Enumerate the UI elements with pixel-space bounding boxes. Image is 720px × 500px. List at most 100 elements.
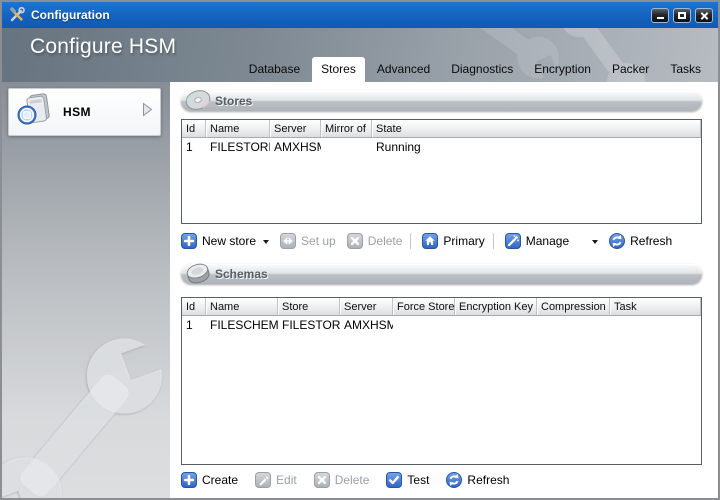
table-row[interactable]: 1 FILESCHEMA FILESTORE AMXHSM bbox=[182, 316, 701, 333]
tab-diagnostics[interactable]: Diagnostics bbox=[442, 57, 522, 82]
home-icon bbox=[422, 233, 439, 249]
close-button[interactable] bbox=[695, 8, 713, 23]
column-header-server[interactable]: Server bbox=[270, 120, 321, 137]
column-header-task[interactable]: Task bbox=[610, 298, 701, 315]
minimize-button[interactable] bbox=[651, 8, 669, 23]
refresh-button[interactable]: Refresh bbox=[609, 233, 672, 249]
tab-bar: Database Stores Advanced Diagnostics Encrypt… bbox=[237, 57, 710, 82]
disk-stack-icon bbox=[184, 260, 212, 291]
tab-encryption[interactable]: Encryption bbox=[525, 57, 600, 82]
stores-table-header: Id Name Server Mirror of State bbox=[182, 120, 701, 138]
button-label: Set up bbox=[301, 234, 336, 248]
table-cell: AMXHSM bbox=[274, 140, 321, 154]
button-label: Create bbox=[202, 473, 239, 487]
table-cell: FILESCHEMA bbox=[210, 318, 278, 332]
column-header-id[interactable]: Id bbox=[182, 120, 206, 137]
plus-icon bbox=[181, 233, 197, 249]
button-label: Refresh bbox=[630, 234, 673, 248]
stores-section-header: Stores bbox=[181, 90, 702, 111]
button-label: Delete bbox=[334, 473, 370, 487]
stores-table-body: 1 FILESTORE AMXHSM Running bbox=[182, 138, 701, 155]
column-header-store[interactable]: Store bbox=[278, 298, 340, 315]
column-header-id[interactable]: Id bbox=[182, 298, 206, 315]
table-cell bbox=[537, 316, 610, 333]
stores-table: Id Name Server Mirror of State 1 FILESTORE AMX… bbox=[181, 119, 702, 224]
wand-icon bbox=[504, 233, 521, 249]
table-cell: Running bbox=[376, 140, 421, 154]
tab-packer[interactable]: Packer bbox=[603, 57, 658, 82]
stores-toolbar: New store Set up Delete Primary Manage Refres… bbox=[181, 230, 683, 252]
sidebar-item-hsm[interactable]: HSM bbox=[8, 88, 161, 136]
check-icon bbox=[386, 472, 403, 488]
button-label: New store bbox=[202, 234, 257, 248]
delete-button[interactable]: Delete bbox=[346, 233, 403, 249]
toolbar-separator bbox=[410, 233, 412, 249]
table-cell: AMXHSM bbox=[344, 318, 393, 332]
schemas-table: Id Name Store Server Force Store Encryption K… bbox=[181, 297, 702, 465]
refresh-button[interactable]: Refresh bbox=[446, 472, 509, 488]
column-header-server[interactable]: Server bbox=[340, 298, 393, 315]
button-label: Edit bbox=[276, 473, 297, 487]
new-store-button[interactable]: New store bbox=[181, 233, 256, 249]
window-controls bbox=[647, 8, 713, 23]
disc-icon bbox=[184, 87, 212, 118]
schemas-section-header: Schemas bbox=[181, 263, 702, 284]
toolbar-separator bbox=[492, 233, 494, 249]
header-band: Configure HSM Database Stores Advanced Diag… bbox=[2, 28, 718, 82]
table-row[interactable]: 1 FILESTORE AMXHSM Running bbox=[182, 138, 701, 155]
column-header-mirror-of[interactable]: Mirror of bbox=[321, 120, 372, 137]
edit-button[interactable]: Edit bbox=[255, 472, 297, 488]
schemas-toolbar: Create Edit Delete Test Refresh bbox=[181, 469, 526, 491]
section-title: Stores bbox=[215, 94, 253, 108]
title-bar[interactable]: Configuration bbox=[2, 2, 718, 28]
dropdown-caret[interactable] bbox=[592, 240, 599, 244]
column-header-name[interactable]: Name bbox=[206, 120, 270, 137]
maximize-button[interactable] bbox=[673, 8, 691, 23]
content-panel: Stores Id Name Server Mirror of State 1 FILES… bbox=[170, 82, 718, 498]
table-cell bbox=[455, 316, 537, 333]
manage-button[interactable]: Manage bbox=[504, 233, 570, 249]
main-area: HSM Stores Id Name Server Mirror of Stat… bbox=[2, 82, 718, 498]
delete-x-icon bbox=[346, 233, 363, 249]
button-label: Manage bbox=[525, 234, 570, 248]
tab-tasks[interactable]: Tasks bbox=[661, 57, 710, 82]
delete-x-icon bbox=[313, 472, 330, 488]
button-label: Delete bbox=[367, 234, 403, 248]
table-cell bbox=[393, 316, 455, 333]
create-button[interactable]: Create bbox=[181, 472, 238, 488]
table-cell bbox=[321, 138, 372, 155]
column-header-name[interactable]: Name bbox=[206, 298, 278, 315]
button-label: Test bbox=[407, 473, 430, 487]
dropdown-caret[interactable] bbox=[263, 240, 270, 244]
button-label: Refresh bbox=[467, 473, 510, 487]
sidebar-item-label: HSM bbox=[63, 105, 91, 119]
test-button[interactable]: Test bbox=[386, 472, 429, 488]
table-cell: FILESTORE bbox=[282, 318, 340, 332]
maximize-icon bbox=[678, 12, 686, 19]
table-cell: 1 bbox=[186, 140, 193, 154]
button-label: Primary bbox=[443, 234, 485, 248]
page-title: Configure HSM bbox=[30, 35, 177, 58]
table-cell bbox=[610, 316, 701, 333]
schemas-table-body: 1 FILESCHEMA FILESTORE AMXHSM bbox=[182, 316, 701, 333]
delete-button[interactable]: Delete bbox=[313, 472, 370, 488]
column-header-encryption-key[interactable]: Encryption Key bbox=[455, 298, 537, 315]
sidebar: HSM bbox=[2, 82, 170, 498]
chevron-right-icon bbox=[142, 102, 153, 122]
column-header-state[interactable]: State bbox=[372, 120, 701, 137]
tab-stores[interactable]: Stores bbox=[312, 57, 365, 82]
refresh-icon bbox=[609, 233, 626, 249]
configuration-window: Configuration Configure HSM Database Sto… bbox=[0, 0, 720, 500]
primary-button[interactable]: Primary bbox=[422, 233, 485, 249]
column-header-force-store[interactable]: Force Store bbox=[393, 298, 455, 315]
schemas-table-header: Id Name Store Server Force Store Encryption K… bbox=[182, 298, 701, 316]
table-cell: FILESTORE bbox=[210, 140, 270, 154]
window-title: Configuration bbox=[31, 8, 110, 22]
tab-database[interactable]: Database bbox=[240, 57, 309, 82]
plus-icon bbox=[181, 472, 197, 488]
column-header-compression[interactable]: Compression bbox=[537, 298, 610, 315]
set-up-button[interactable]: Set up bbox=[280, 233, 336, 249]
sync-arrows-icon bbox=[280, 233, 297, 249]
tab-advanced[interactable]: Advanced bbox=[368, 57, 439, 82]
refresh-icon bbox=[446, 472, 463, 488]
